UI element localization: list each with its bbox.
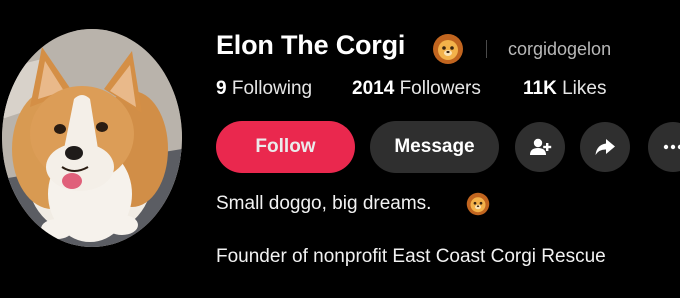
likes-label: Likes	[562, 78, 607, 99]
followers-label: Followers	[399, 78, 481, 99]
lion-face-emoji	[466, 192, 490, 216]
share-button[interactable]	[580, 122, 630, 172]
followers-stat[interactable]: 2014 Followers	[352, 78, 481, 100]
followers-count: 2014	[352, 78, 395, 99]
lion-face-emoji	[433, 34, 463, 64]
following-stat[interactable]: 9 Following	[216, 78, 312, 100]
message-button[interactable]: Message	[370, 121, 499, 173]
profile-handle: corgidogelon	[508, 39, 612, 59]
following-label: Following	[231, 78, 313, 99]
more-options-button[interactable]	[648, 122, 680, 172]
add-friend-button[interactable]	[515, 122, 565, 172]
likes-count: 11K	[523, 78, 557, 99]
name-handle-divider	[486, 40, 487, 58]
following-count: 9	[216, 78, 227, 99]
profile-display-name: Elon The Corgi	[216, 30, 406, 60]
share-icon	[595, 139, 615, 155]
profile-avatar[interactable]	[2, 29, 182, 247]
follow-button[interactable]: Follow	[216, 121, 355, 173]
bio-line-2: Founder of nonprofit East Coast Corgi Re…	[216, 246, 606, 267]
more-icon	[663, 144, 680, 150]
add-friend-icon	[530, 138, 552, 155]
likes-stat: 11K Likes	[523, 78, 606, 100]
corgi-photo	[2, 29, 182, 247]
bio-line-1: Small doggo, big dreams.	[216, 193, 432, 214]
